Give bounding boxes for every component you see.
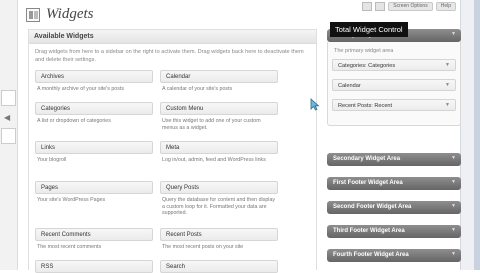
layout-button-1[interactable]	[362, 2, 373, 11]
widget-description: Your blogroll	[37, 157, 67, 163]
widget-search[interactable]: Search	[160, 260, 278, 273]
collapse-arrow-icon[interactable]: ◀	[4, 113, 10, 122]
chevron-down-icon[interactable]: ▼	[451, 31, 456, 37]
chevron-down-icon[interactable]: ▼	[445, 102, 450, 108]
widget-title[interactable]: Pages	[35, 181, 153, 194]
widget-description: Use this widget to add one of your custo…	[162, 118, 261, 131]
placed-widget[interactable]: Calendar ▼	[332, 79, 456, 91]
scrollbar-track[interactable]	[474, 0, 480, 270]
second-footer-widget-area[interactable]: Second Footer Widget Area ▼	[327, 201, 461, 214]
widget-title[interactable]: Categories	[35, 102, 153, 115]
widget-meta[interactable]: Meta Log in/out, admin, feed and WordPre…	[160, 141, 278, 164]
widgets-page-icon	[26, 7, 40, 22]
screen-options-button[interactable]: Screen Options	[388, 2, 433, 11]
chevron-down-icon[interactable]: ▼	[451, 251, 456, 257]
available-widgets-title: Available Widgets	[29, 30, 316, 44]
placed-widget[interactable]: Categories: Categories ▼	[332, 59, 456, 71]
widget-title[interactable]: Calendar	[160, 70, 278, 83]
widget-area-title: Fourth Footer Widget Area	[333, 252, 409, 258]
widget-description: The most recent comments	[37, 244, 102, 250]
page-header: Widgets	[26, 6, 94, 23]
layout-button-2[interactable]	[375, 2, 386, 11]
widget-areas-column: Primary Widget Area ▼ The primary widget…	[327, 29, 461, 270]
chevron-down-icon[interactable]: ▼	[445, 82, 450, 88]
widget-title[interactable]: Recent Comments	[35, 228, 153, 241]
widget-title[interactable]: Search	[160, 260, 278, 273]
third-footer-widget-area[interactable]: Third Footer Widget Area ▼	[327, 225, 461, 238]
placed-widget-title: Calendar	[338, 83, 361, 89]
chevron-down-icon[interactable]: ▼	[451, 155, 456, 161]
widget-area-header[interactable]: First Footer Widget Area ▼	[327, 177, 461, 190]
widget-area-description: The primary widget area	[334, 48, 394, 54]
widget-area-header[interactable]: Secondary Widget Area ▼	[327, 153, 461, 166]
widget-title[interactable]: Links	[35, 141, 153, 154]
placed-widget-title: Categories: Categories	[338, 63, 396, 69]
widget-title[interactable]: Meta	[160, 141, 278, 154]
fourth-footer-widget-area[interactable]: Fourth Footer Widget Area ▼	[327, 249, 461, 262]
widget-area-body: The primary widget area Categories: Cate…	[327, 42, 461, 126]
page-title: Widgets	[46, 6, 94, 22]
widget-description: The most recent posts on your site	[162, 244, 244, 250]
widget-area-header[interactable]: Fourth Footer Widget Area ▼	[327, 249, 461, 262]
widget-recent-posts[interactable]: Recent Posts The most recent posts on yo…	[160, 228, 278, 251]
widget-description: Your site's WordPress Pages	[37, 197, 106, 203]
widget-links[interactable]: Links Your blogroll	[35, 141, 153, 164]
first-footer-widget-area[interactable]: First Footer Widget Area ▼	[327, 177, 461, 190]
left-frame: ◀	[0, 0, 18, 270]
collapsed-panel[interactable]	[1, 90, 16, 106]
widget-title[interactable]: RSS	[35, 260, 153, 273]
widget-description: A calendar of your site's posts	[162, 86, 233, 92]
widget-area-title: Third Footer Widget Area	[333, 228, 405, 234]
primary-widget-area: Primary Widget Area ▼ The primary widget…	[327, 29, 461, 126]
right-scrollbar[interactable]	[460, 0, 480, 270]
widget-title[interactable]: Custom Menu	[160, 102, 278, 115]
widget-custom-menu[interactable]: Custom Menu Use this widget to add one o…	[160, 102, 278, 131]
placed-widget-title: Recent Posts: Recent	[338, 103, 393, 109]
chevron-down-icon[interactable]: ▼	[451, 203, 456, 209]
secondary-widget-area[interactable]: Secondary Widget Area ▼	[327, 153, 461, 166]
chevron-down-icon[interactable]: ▼	[451, 179, 456, 185]
widget-description: Log in/out, admin, feed and WordPress li…	[162, 157, 266, 163]
widget-calendar[interactable]: Calendar A calendar of your site's posts	[160, 70, 278, 93]
widget-description: A monthly archive of your site's posts	[37, 86, 124, 92]
widget-description: Query the database for content and then …	[162, 197, 276, 217]
mouse-cursor-icon	[310, 98, 320, 111]
widget-area-header[interactable]: Third Footer Widget Area ▼	[327, 225, 461, 238]
widget-title[interactable]: Archives	[35, 70, 153, 83]
placed-widget[interactable]: Recent Posts: Recent ▼	[332, 99, 456, 111]
widget-query-posts[interactable]: Query Posts Query the database for conte…	[160, 181, 278, 217]
widget-rss[interactable]: RSS	[35, 260, 153, 273]
available-widgets-description: Drag widgets from here to a sidebar on t…	[35, 49, 304, 63]
widget-area-header[interactable]: Second Footer Widget Area ▼	[327, 201, 461, 214]
widget-archives[interactable]: Archives A monthly archive of your site'…	[35, 70, 153, 93]
chevron-down-icon[interactable]: ▼	[445, 62, 450, 68]
widget-area-title: First Footer Widget Area	[333, 180, 403, 186]
widget-pages[interactable]: Pages Your site's WordPress Pages	[35, 181, 153, 204]
widget-area-title: Second Footer Widget Area	[333, 204, 412, 210]
collapsed-panel[interactable]	[1, 128, 16, 144]
widget-categories[interactable]: Categories A list or dropdown of categor…	[35, 102, 153, 125]
screen-options-bar: Screen Options Help	[362, 2, 456, 11]
widget-description: A list or dropdown of categories	[37, 118, 111, 124]
widget-title[interactable]: Query Posts	[160, 181, 278, 194]
widget-recent-comments[interactable]: Recent Comments The most recent comments	[35, 228, 153, 251]
tooltip: Total Widget Control	[330, 22, 408, 37]
widget-title[interactable]: Recent Posts	[160, 228, 278, 241]
available-widgets-panel: Available Widgets Drag widgets from here…	[28, 29, 317, 273]
widget-area-title: Secondary Widget Area	[333, 156, 401, 162]
chevron-down-icon[interactable]: ▼	[451, 227, 456, 233]
help-button[interactable]: Help	[435, 2, 456, 11]
